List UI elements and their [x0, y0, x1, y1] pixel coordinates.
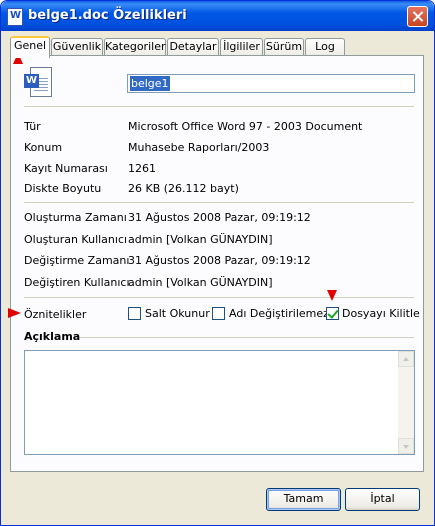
modified-by-label: Değiştiren Kullanıcı — [24, 276, 130, 289]
separator — [24, 202, 414, 203]
location-label: Konum — [24, 141, 63, 154]
disk-size-value: 26 KB (26.112 bayt) — [128, 182, 239, 195]
separator — [24, 297, 414, 298]
window-title: belge1.doc Özellikleri — [28, 8, 187, 23]
lock-file-checkbox[interactable] — [326, 307, 339, 320]
no-rename-checkbox[interactable] — [212, 307, 225, 320]
location-value: Muhasebe Raporları/2003 — [128, 141, 270, 154]
red-arrow-right-icon — [8, 308, 21, 318]
type-label: Tür — [24, 120, 41, 133]
read-only-checkbox[interactable] — [128, 307, 141, 320]
ok-button[interactable]: Tamam — [266, 488, 341, 511]
record-number-value: 1261 — [128, 162, 156, 175]
lock-file-label[interactable]: Dosyayı Kilitle — [342, 307, 420, 320]
type-value: Microsoft Office Word 97 - 2003 Document — [128, 120, 363, 133]
attributes-label: Öznitelikler — [24, 308, 87, 321]
close-button[interactable] — [407, 6, 428, 27]
title-bar[interactable]: belge1.doc Özellikleri — [1, 1, 434, 31]
tab-ilgililer[interactable]: İlgililer — [220, 38, 263, 56]
created-time-label: Oluşturma Zamanı — [24, 211, 127, 224]
modified-time-label: Değiştirme Zamanı — [24, 254, 130, 267]
tab-kategoriler[interactable]: Kategoriler — [104, 38, 166, 56]
read-only-label[interactable]: Salt Okunur — [145, 307, 210, 320]
description-textarea[interactable] — [24, 350, 415, 455]
separator — [80, 337, 414, 338]
vertical-scrollbar[interactable] — [398, 351, 414, 454]
cancel-button[interactable]: İptal — [345, 488, 420, 511]
modified-time-value: 31 Ağustos 2008 Pazar, 09:19:12 — [128, 254, 311, 267]
created-by-value: admin [Volkan GÜNAYDIN] — [128, 233, 273, 246]
tab-detaylar[interactable]: Detaylar — [167, 38, 219, 56]
disk-size-label: Diskte Boyutu — [24, 182, 102, 195]
description-label: Açıklama — [24, 330, 81, 343]
word-document-icon: W — [24, 67, 54, 99]
modified-by-value: admin [Volkan GÜNAYDIN] — [128, 276, 273, 289]
tab-log[interactable]: Log — [305, 38, 345, 56]
scroll-down-arrow-icon[interactable] — [398, 438, 414, 454]
created-by-label: Oluşturan Kullanıcı — [24, 233, 128, 246]
tab-guvenlik[interactable]: Güvenlik — [51, 38, 103, 56]
word-document-icon — [7, 8, 23, 26]
no-rename-label[interactable]: Adı Değiştirilemez — [229, 307, 329, 320]
scroll-up-arrow-icon[interactable] — [398, 351, 414, 367]
record-number-label: Kayıt Numarası — [24, 162, 108, 175]
red-arrow-down-icon — [327, 290, 337, 301]
separator — [24, 106, 414, 107]
file-name-input[interactable]: belge1 — [127, 74, 415, 93]
tab-surum[interactable]: Sürüm — [264, 38, 304, 56]
tab-genel[interactable]: Genel — [10, 36, 50, 58]
created-time-value: 31 Ağustos 2008 Pazar, 09:19:12 — [128, 211, 311, 224]
